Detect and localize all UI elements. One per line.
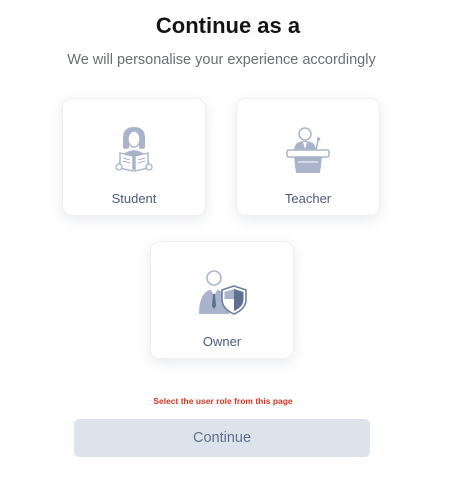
owner-shield-icon (194, 268, 250, 318)
continue-button[interactable]: Continue (74, 419, 370, 457)
role-label-owner: Owner (202, 334, 242, 349)
validation-message: Select the user role from this page (153, 396, 293, 406)
teacher-podium-icon (280, 125, 336, 175)
role-label-student: Student (111, 191, 157, 206)
student-reading-icon (106, 125, 162, 175)
role-card-owner[interactable]: Owner (150, 241, 294, 359)
page-title: Continue as a (155, 13, 301, 38)
page-subtitle: We will personalise your experience acco… (67, 52, 376, 68)
role-card-student[interactable]: Student (62, 98, 206, 216)
role-label-teacher: Teacher (284, 191, 332, 206)
role-card-teacher[interactable]: Teacher (236, 98, 380, 216)
